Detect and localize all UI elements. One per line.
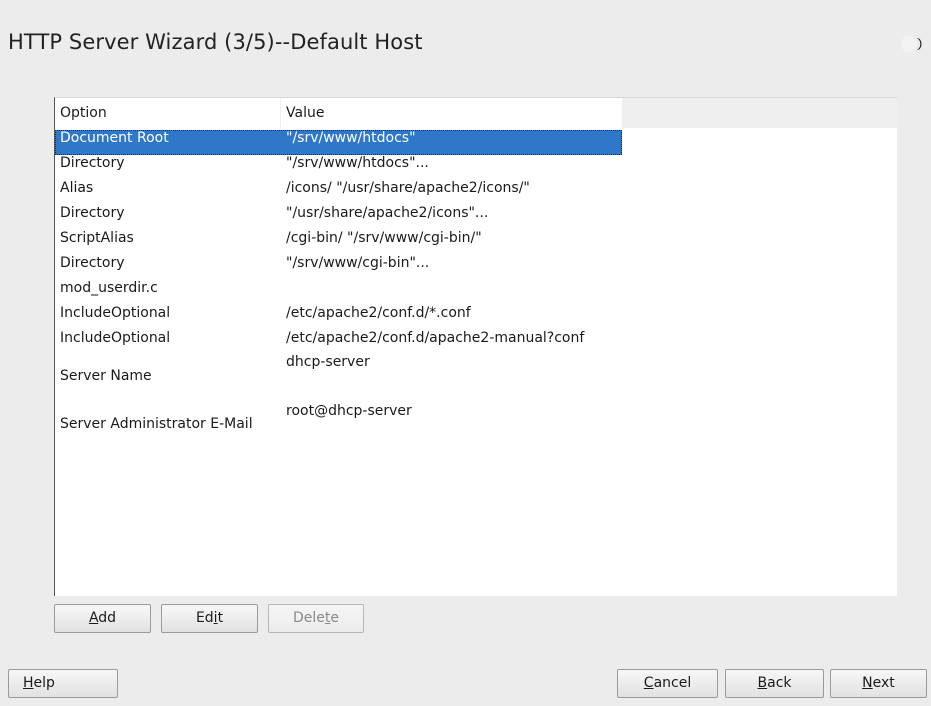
value-cell: "/srv/www/cgi-bin"...	[286, 255, 430, 271]
value-cell: /etc/apache2/conf.d/*.conf	[286, 305, 471, 321]
option-cell: IncludeOptional	[60, 305, 171, 321]
table-row[interactable]: IncludeOptional /etc/apache2/conf.d/*.co…	[55, 305, 622, 330]
table-row[interactable]: Server Administrator E-Mail root@dhcp-se…	[55, 403, 622, 449]
options-table[interactable]: Option Value Document Root "/srv/www/htd…	[54, 97, 897, 596]
value-cell: dhcp-server	[286, 354, 370, 370]
table-row[interactable]: Directory "/usr/share/apache2/icons"...	[55, 205, 622, 230]
option-cell: Directory	[60, 205, 125, 221]
column-header-filler	[622, 98, 897, 128]
table-row[interactable]: Directory "/srv/www/htdocs"...	[55, 155, 622, 180]
option-cell: Document Root	[60, 130, 169, 146]
option-cell: ScriptAlias	[60, 230, 134, 246]
value-cell: root@dhcp-server	[286, 403, 412, 419]
value-cell: /etc/apache2/conf.d/apache2-manual?conf	[286, 330, 585, 346]
value-cell: /cgi-bin/ "/srv/www/cgi-bin/"	[286, 230, 482, 246]
option-cell: Alias	[60, 180, 94, 196]
option-cell: IncludeOptional	[60, 330, 171, 346]
option-cell: Server Administrator E-Mail	[60, 416, 253, 432]
value-cell: /icons/ "/usr/share/apache2/icons/"	[286, 180, 530, 196]
table-row[interactable]: mod_userdir.c	[55, 280, 622, 305]
column-header-option[interactable]: Option	[55, 98, 280, 128]
page-title: HTTP Server Wizard (3/5)--Default Host	[8, 30, 423, 54]
add-button[interactable]: Add	[54, 604, 151, 633]
next-button[interactable]: Next	[830, 669, 927, 698]
table-row[interactable]: Document Root "/srv/www/htdocs"	[55, 130, 622, 155]
table-row[interactable]: Alias /icons/ "/usr/share/apache2/icons/…	[55, 180, 622, 205]
back-button[interactable]: Back	[725, 669, 824, 698]
help-button[interactable]: Help	[8, 669, 118, 698]
value-cell: "/usr/share/apache2/icons"...	[286, 205, 489, 221]
value-cell: "/srv/www/htdocs"	[286, 130, 416, 146]
table-row[interactable]: ScriptAlias /cgi-bin/ "/srv/www/cgi-bin/…	[55, 230, 622, 255]
table-row[interactable]: IncludeOptional /etc/apache2/conf.d/apac…	[55, 330, 622, 355]
wizard-window: HTTP Server Wizard (3/5)--Default Host O…	[0, 0, 931, 706]
table-row[interactable]: Directory "/srv/www/cgi-bin"...	[55, 255, 622, 280]
table-row[interactable]: Server Name dhcp-server	[55, 354, 622, 401]
option-cell: Directory	[60, 155, 125, 171]
column-header-value[interactable]: Value	[281, 98, 622, 128]
option-cell: Directory	[60, 255, 125, 271]
cancel-button[interactable]: Cancel	[617, 669, 718, 698]
value-cell: "/srv/www/htdocs"...	[286, 155, 429, 171]
option-cell: Server Name	[60, 368, 152, 384]
edit-button[interactable]: Edit	[161, 604, 258, 633]
table-header: Option Value	[55, 98, 897, 128]
opensuse-logo-icon	[901, 36, 922, 52]
delete-button[interactable]: Delete	[268, 604, 364, 633]
option-cell: mod_userdir.c	[60, 280, 158, 296]
